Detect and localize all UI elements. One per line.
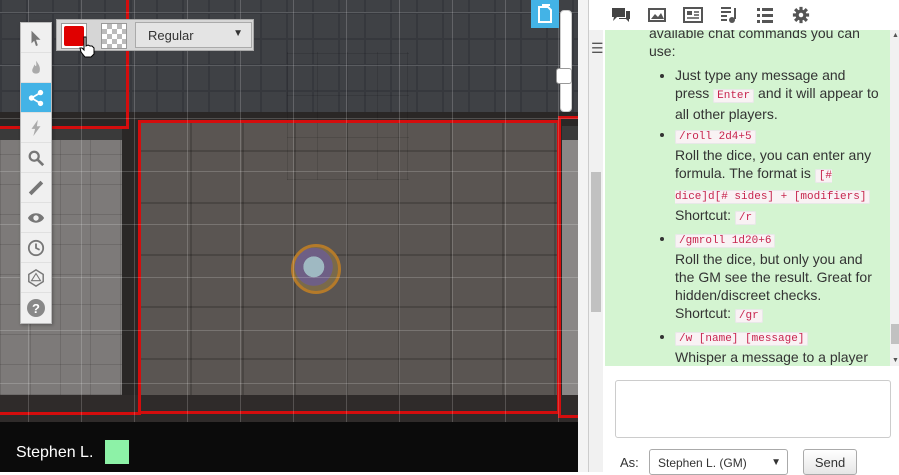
list-item: Just type any message and press Enter an… — [675, 66, 883, 123]
chat-input[interactable] — [615, 380, 891, 438]
journal-icon[interactable] — [675, 0, 711, 30]
sidebar-scrollbar-thumb[interactable] — [591, 172, 601, 312]
zoom-slider-handle[interactable] — [556, 68, 572, 84]
select-icon[interactable] — [21, 23, 51, 53]
chat-scrollbar-thumb[interactable] — [891, 324, 899, 344]
command-code: /roll 2d4+5 — [675, 130, 756, 144]
d20-icon[interactable] — [21, 263, 51, 293]
clock-icon[interactable] — [21, 233, 51, 263]
command-code: /gmroll 1d20+6 — [675, 234, 776, 248]
left-room-floor — [0, 140, 125, 395]
wall — [0, 395, 588, 422]
map-canvas[interactable]: Stephen L. ? Regular ▼ — [0, 0, 588, 472]
sidebar-scrollbar[interactable] — [589, 30, 603, 472]
decks-icon[interactable] — [747, 0, 783, 30]
eye-icon[interactable] — [21, 203, 51, 233]
player-name[interactable]: Stephen L. — [16, 444, 93, 462]
list-item: /w [name] [message] Whisper a message to… — [675, 327, 883, 366]
menu-icon[interactable]: ☰ — [591, 40, 604, 57]
map-scrollbar[interactable] — [578, 0, 588, 472]
chat-message-help: available chat commands you can use: Jus… — [605, 30, 891, 366]
command-list: Just type any message and press Enter an… — [605, 66, 883, 366]
sidebar: ☰ available chat commands you can use: J… — [588, 0, 899, 475]
lightning-icon[interactable] — [21, 113, 51, 143]
corridor-floor — [287, 52, 409, 180]
zoom-slider[interactable] — [560, 10, 572, 112]
jukebox-icon[interactable] — [711, 0, 747, 30]
hand-cursor-icon — [79, 36, 95, 58]
command-code: /w [name] [message] — [675, 332, 809, 346]
page-toolbar-button[interactable] — [531, 0, 559, 28]
sidebar-tabs — [603, 0, 899, 30]
scroll-up-icon[interactable]: ▲ — [892, 32, 899, 39]
share-icon[interactable] — [21, 83, 51, 113]
chevron-down-icon: ▼ — [771, 457, 781, 468]
fire-icon[interactable] — [21, 53, 51, 83]
character-token[interactable] — [291, 244, 341, 294]
fill-color-picker[interactable] — [101, 23, 127, 49]
speaking-as-select[interactable]: Stephen L. (GM) ▼ — [649, 449, 788, 475]
chevron-down-icon: ▼ — [233, 28, 243, 39]
speaking-as-value: Stephen L. (GM) — [658, 456, 747, 470]
settings-icon[interactable] — [783, 0, 819, 30]
chat-icon[interactable] — [603, 0, 639, 30]
ruler-icon[interactable] — [21, 173, 51, 203]
stroke-style-select[interactable]: Regular ▼ — [135, 22, 252, 48]
chat-scrollbar[interactable]: ▲ ▼ — [890, 30, 899, 366]
chat-log[interactable]: available chat commands you can use: Jus… — [605, 30, 891, 366]
tool-palette: ? — [20, 22, 52, 324]
list-item: /gmroll 1d20+6 Roll the dice, but only y… — [675, 229, 883, 325]
speaking-as-label: As: — [620, 455, 639, 470]
scroll-down-icon[interactable]: ▼ — [892, 357, 899, 364]
zoom-icon[interactable] — [21, 143, 51, 173]
art-library-icon[interactable] — [639, 0, 675, 30]
help-icon[interactable]: ? — [21, 293, 51, 323]
list-item: /roll 2d4+5 Roll the dice, you can enter… — [675, 125, 883, 227]
send-button[interactable]: Send — [803, 449, 857, 475]
page-icon — [538, 4, 552, 23]
chat-intro-text: available chat commands you can use: — [649, 30, 860, 59]
stroke-style-value: Regular — [148, 28, 194, 43]
player-color-swatch[interactable] — [105, 440, 129, 464]
